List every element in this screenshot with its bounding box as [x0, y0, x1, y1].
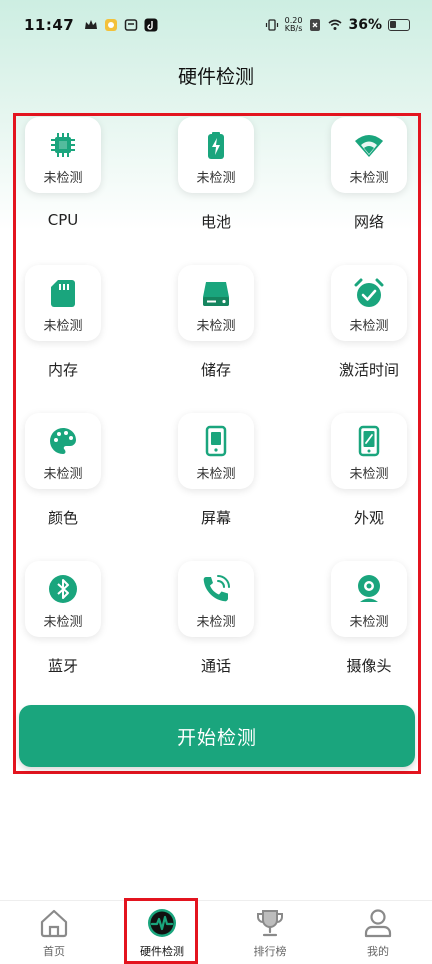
hw-card[interactable]: 未检测	[178, 117, 254, 193]
hw-card[interactable]: 未检测	[331, 265, 407, 341]
hw-label: CPU	[47, 211, 79, 229]
hw-label: 外观	[353, 509, 384, 527]
hw-card[interactable]: 未检测	[331, 561, 407, 637]
webcam-icon	[358, 575, 380, 602]
tab-highlight-frame	[124, 898, 198, 964]
wifi-status-icon	[328, 19, 342, 30]
cpu-icon	[51, 133, 75, 157]
memory-card-icon	[51, 280, 75, 307]
hw-item-appearance[interactable]: 未检测 外观	[319, 413, 419, 553]
bluetooth-icon	[49, 575, 77, 603]
hw-item-camera[interactable]: 未检测 摄像头	[319, 561, 419, 701]
hw-item-activation-time[interactable]: 未检测 激活时间	[319, 265, 419, 405]
battery-percent: 36%	[348, 17, 382, 33]
hw-card[interactable]: 未检测	[25, 117, 101, 193]
home-icon	[40, 909, 68, 938]
status-time: 11:47	[24, 16, 75, 34]
phone-appearance-icon	[358, 425, 380, 457]
net-speed: 0.20 KB/s	[284, 16, 303, 33]
hw-item-battery[interactable]: 未检测 电池	[166, 117, 266, 257]
hw-item-bluetooth[interactable]: 未检测 蓝牙	[13, 561, 113, 701]
trophy-icon	[257, 910, 283, 937]
tab-profile[interactable]: 我的	[324, 901, 432, 964]
hw-card[interactable]: 未检测	[25, 561, 101, 637]
start-detection-button[interactable]: 开始检测	[19, 705, 415, 767]
app-notification-icon	[105, 19, 118, 31]
hw-item-call[interactable]: 未检测 通话	[166, 561, 266, 701]
hw-card[interactable]: 未检测	[178, 561, 254, 637]
hw-item-memory[interactable]: 未检测 内存	[13, 265, 113, 405]
status-bar: 11:47 0.20 KB/s 36%	[0, 0, 432, 50]
hw-label: 摄像头	[346, 657, 392, 675]
hw-label: 屏幕	[200, 509, 231, 527]
hw-label: 蓝牙	[47, 657, 78, 675]
hw-card[interactable]: 未检测	[178, 265, 254, 341]
tiktok-icon	[144, 18, 158, 32]
tab-home[interactable]: 首页	[0, 901, 108, 964]
screen-icon	[205, 425, 227, 457]
message-icon	[125, 19, 138, 31]
storage-drive-icon	[203, 282, 229, 306]
user-icon	[364, 909, 392, 938]
page-title: 硬件检测	[177, 66, 254, 88]
battery-icon	[208, 132, 224, 159]
hw-item-screen[interactable]: 未检测 屏幕	[166, 413, 266, 553]
hw-label: 激活时间	[338, 361, 399, 379]
hw-card[interactable]: 未检测	[178, 413, 254, 489]
hw-label: 内存	[47, 361, 78, 379]
hw-label: 通话	[200, 657, 231, 675]
hw-label: 颜色	[47, 509, 78, 527]
hw-card[interactable]: 未检测	[331, 117, 407, 193]
palette-icon	[50, 428, 76, 454]
hw-card[interactable]: 未检测	[25, 413, 101, 489]
hw-item-storage[interactable]: 未检测 储存	[166, 265, 266, 405]
hw-label: 网络	[353, 213, 384, 231]
alarm-clock-icon	[354, 278, 384, 307]
tab-ranking[interactable]: 排行榜	[216, 901, 324, 964]
hw-item-color[interactable]: 未检测 颜色	[13, 413, 113, 553]
vibrate-icon	[265, 19, 278, 31]
wifi-icon	[355, 135, 383, 157]
crown-icon	[85, 20, 98, 29]
hw-card[interactable]: 未检测	[25, 265, 101, 341]
hw-item-cpu[interactable]: 未检测 CPU	[13, 117, 113, 257]
sim-x-icon	[310, 19, 321, 31]
hw-card[interactable]: 未检测	[331, 413, 407, 489]
hw-item-network[interactable]: 未检测 网络	[319, 117, 419, 257]
bottom-tab-bar: 首页 硬件检测 排行榜 我的	[0, 900, 432, 964]
battery-status-icon	[388, 19, 410, 31]
phone-call-icon	[203, 575, 230, 602]
hw-label: 储存	[200, 361, 231, 379]
hw-label: 电池	[200, 213, 231, 231]
